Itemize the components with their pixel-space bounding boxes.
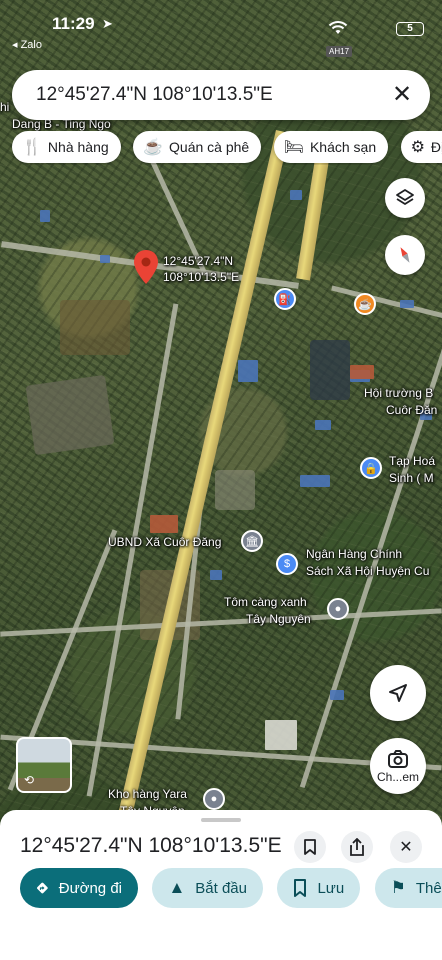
- dropped-pin-icon[interactable]: [133, 250, 159, 284]
- street-view-thumbnail[interactable]: ⟲: [16, 737, 72, 793]
- chip-cafes[interactable]: ☕ Quán cà phê: [133, 131, 262, 163]
- map-label[interactable]: Ngân Hàng Chính: [306, 547, 402, 562]
- cafe-icon[interactable]: ☕: [354, 293, 376, 315]
- category-chips: 🍴 Nhà hàng ☕ Quán cà phê 🛏 Khách sạn ⚙ Đ…: [12, 131, 442, 165]
- pin-coord-label[interactable]: 12°45'27.4"N: [163, 254, 233, 269]
- field: [215, 470, 255, 510]
- my-location-button[interactable]: [370, 665, 426, 721]
- share-button[interactable]: [341, 831, 373, 863]
- camera-search-button[interactable]: [370, 738, 426, 794]
- action-label: Lưu: [317, 879, 345, 897]
- fork-knife-icon: 🍴: [22, 139, 42, 156]
- battery-indicator: 5: [396, 22, 424, 36]
- location-arrow-icon: ➤: [102, 16, 113, 31]
- map-label[interactable]: Tạp Hoá: [389, 454, 435, 469]
- navigation-arrow-icon: [389, 684, 407, 702]
- camera-icon: [388, 750, 408, 768]
- map-label[interactable]: hi: [0, 100, 9, 115]
- action-label: Đường đi: [58, 879, 122, 897]
- close-sheet-button[interactable]: ✕: [390, 831, 422, 863]
- building: [265, 720, 297, 750]
- compass-button[interactable]: [385, 235, 425, 275]
- status-bar: 11:29 ➤ ◂ Zalo AH17 5: [0, 0, 442, 60]
- place-icon[interactable]: ●: [327, 598, 349, 620]
- search-input[interactable]: 12°45'27.4"N 108°10'13.5"E: [36, 84, 388, 106]
- place-icon[interactable]: ●: [203, 788, 225, 810]
- chip-label: Khách sạn: [309, 139, 377, 155]
- flag-icon: ⚑: [390, 878, 406, 897]
- building: [238, 360, 258, 382]
- chip-hotels[interactable]: 🛏 Khách sạn: [273, 131, 389, 163]
- map-label[interactable]: Tôm càng xanh: [224, 595, 307, 610]
- save-bookmark-button[interactable]: [294, 831, 326, 863]
- building: [210, 570, 222, 580]
- directions-icon: [37, 882, 48, 894]
- building: [330, 690, 344, 700]
- field: [25, 374, 115, 456]
- share-icon: [350, 838, 364, 856]
- bookmark-icon: [294, 879, 307, 897]
- action-label: Bắt đầu: [195, 879, 247, 897]
- map-label[interactable]: Tây Nguyên: [246, 612, 311, 627]
- building: [150, 515, 178, 533]
- compass-icon: [400, 247, 410, 263]
- building: [300, 475, 330, 487]
- map-label[interactable]: Kho hàng Yara: [108, 787, 187, 802]
- map-label[interactable]: Hội trường B: [364, 386, 433, 401]
- map-label[interactable]: UBND Xã Cuôr Đăng: [108, 535, 221, 550]
- save-button[interactable]: Lưu: [277, 868, 361, 908]
- attraction-icon: ⚙: [410, 139, 425, 156]
- bed-icon: 🛏: [283, 139, 304, 156]
- close-icon: ✕: [399, 839, 413, 856]
- building: [315, 420, 331, 430]
- building: [290, 190, 302, 200]
- coffee-icon: ☕: [143, 139, 164, 156]
- map-label[interactable]: Cuôr Đăn: [386, 403, 437, 418]
- place-title: 12°45'27.4"N 108°10'13.5"E: [20, 834, 282, 857]
- chip-label: Quán cà phê: [169, 139, 250, 155]
- bookmark-icon: [304, 839, 316, 855]
- building: [40, 210, 50, 222]
- building: [350, 365, 374, 379]
- building: [100, 255, 110, 263]
- camera-label: Ch...em: [376, 770, 419, 784]
- navigation-arrow-icon: ▲: [168, 878, 186, 897]
- add-label-button[interactable]: ⚑ Thêm: [374, 868, 442, 908]
- gas-station-icon[interactable]: ⛽: [274, 288, 296, 310]
- layers-button[interactable]: [385, 178, 425, 218]
- chip-restaurants[interactable]: 🍴 Nhà hàng: [12, 131, 121, 163]
- building: [400, 300, 414, 308]
- action-label: Thêm: [415, 879, 442, 897]
- shopping-icon[interactable]: 🔒: [360, 457, 382, 479]
- pin-coord-label[interactable]: 108°10'13.5"E: [163, 270, 239, 285]
- field: [310, 340, 350, 400]
- road-shield: AH17: [326, 46, 353, 57]
- drag-handle[interactable]: [201, 818, 241, 822]
- map-label[interactable]: Sinh ( M: [389, 471, 434, 486]
- chip-attractions[interactable]: ⚙ Địa đ: [400, 131, 442, 163]
- search-bar[interactable]: 12°45'27.4"N 108°10'13.5"E ✕: [12, 70, 430, 120]
- back-to-app[interactable]: ◂ Zalo: [12, 38, 42, 51]
- government-icon[interactable]: 🏛: [241, 530, 263, 552]
- start-button[interactable]: ▲ Bắt đầu: [152, 868, 263, 908]
- layers-icon: [396, 189, 414, 205]
- wifi-icon: [328, 21, 348, 34]
- field: [60, 300, 130, 355]
- action-buttons: Đường đi ▲ Bắt đầu Lưu ⚑ Thêm: [20, 868, 442, 908]
- map-label[interactable]: Sách Xã Hội Huyện Cu: [306, 564, 429, 579]
- rotate-360-icon: ⟲: [24, 773, 35, 787]
- close-icon[interactable]: ✕: [388, 81, 416, 109]
- chip-label: Địa đ: [430, 139, 442, 155]
- clock: 11:29: [52, 14, 95, 33]
- chip-label: Nhà hàng: [47, 139, 109, 155]
- directions-button[interactable]: Đường đi: [20, 868, 138, 908]
- bank-icon[interactable]: $: [276, 553, 298, 575]
